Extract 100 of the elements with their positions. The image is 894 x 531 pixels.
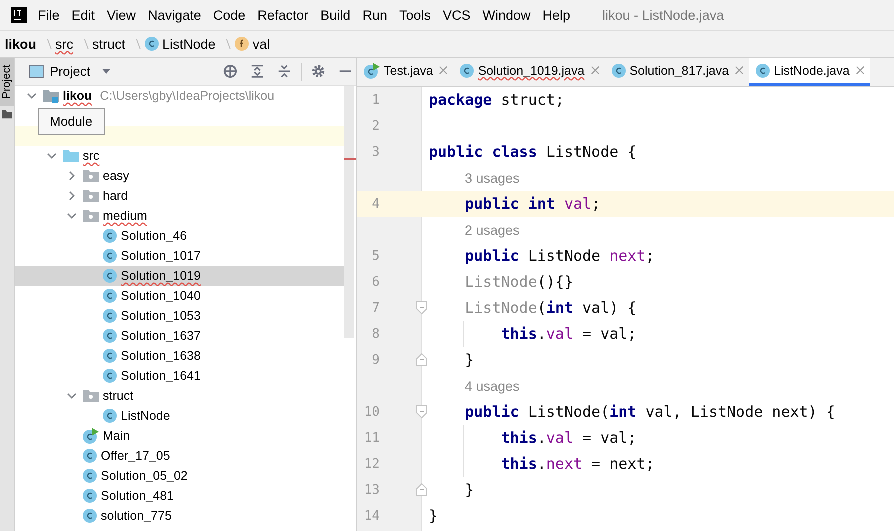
project-tool-button[interactable]: Project (0, 58, 14, 106)
tab-label: Solution_1019.java (478, 64, 585, 78)
tree-row[interactable]: Solution_1637 (15, 326, 344, 346)
tree-item-label: hard (103, 189, 128, 203)
tree-row[interactable]: Main (15, 426, 344, 446)
line-number: 9 (371, 352, 380, 368)
tab-label: Test.java (384, 64, 434, 78)
line-number: 8 (371, 326, 380, 342)
runnable-class-icon (364, 62, 380, 78)
breadcrumb-item[interactable]: struct (92, 36, 126, 52)
usages-hint[interactable]: 2 usages (465, 222, 520, 238)
window-icon (29, 65, 44, 78)
dropdown-caret-icon[interactable] (102, 69, 112, 74)
project-path: C:\Users\gby\IdeaProjects\likou (100, 89, 275, 103)
tree-item-label: Solution_1637 (121, 329, 201, 343)
code-line: ListNode(int val) { (464, 299, 637, 317)
line-number: 1 (371, 92, 380, 108)
tree-row[interactable]: Solution_1641 (15, 366, 344, 386)
tree-item-label: likou (63, 89, 92, 103)
usages-hint[interactable]: 4 usages (465, 378, 520, 394)
menu-item[interactable]: Navigate (148, 8, 202, 22)
tree-row[interactable]: hard (15, 186, 344, 206)
fold-end-icon[interactable] (416, 353, 428, 367)
menu-item[interactable]: View (107, 8, 136, 22)
tree-row[interactable]: Solution_46 (15, 226, 344, 246)
module-folder-icon (43, 89, 59, 103)
close-icon[interactable] (439, 66, 448, 75)
tree-item-label: Solution_1638 (121, 349, 201, 363)
menu-item[interactable]: Refactor (258, 8, 309, 22)
tree-row[interactable]: Solution_481 (15, 486, 344, 506)
class-icon (103, 349, 117, 363)
collapse-all-icon[interactable] (277, 64, 292, 79)
menu-item[interactable]: Code (213, 8, 246, 22)
tree-row[interactable]: easy (15, 166, 344, 186)
menu-item[interactable]: Tools (399, 8, 431, 22)
tree-item-label: Solution_1040 (121, 289, 201, 303)
tree-row[interactable]: struct (15, 386, 344, 406)
editor-tab[interactable]: Test.java (357, 58, 454, 86)
tree-item-label: Solution_1019 (121, 269, 201, 283)
code-line: } (429, 507, 438, 525)
editor-tab[interactable]: ListNode.java (749, 58, 870, 86)
close-icon[interactable] (590, 66, 600, 75)
menu-item[interactable]: Window (482, 8, 531, 22)
tree-row[interactable]: medium (15, 206, 344, 226)
fold-start-icon[interactable] (416, 405, 428, 419)
tree-row[interactable]: Solution_1019 (15, 266, 344, 286)
tree-item-label: Solution_1641 (121, 369, 201, 383)
tree-item-label: Offer_17_05 (101, 449, 170, 463)
menu-item[interactable]: File (38, 8, 60, 22)
close-icon[interactable] (856, 66, 865, 75)
tree-row[interactable]: Solution_1040 (15, 286, 344, 306)
tree-row[interactable]: src (15, 146, 344, 166)
code-line: } (464, 351, 474, 369)
usages-hint[interactable]: 3 usages (465, 170, 520, 186)
tree-row[interactable]: Solution_1017 (15, 246, 344, 266)
breadcrumb-item[interactable]: val (252, 36, 270, 52)
app-logo-icon (11, 7, 27, 23)
scrollbar-thumb[interactable] (344, 86, 354, 338)
class-icon (460, 64, 474, 78)
line-number: 12 (363, 456, 380, 472)
menu-item[interactable]: Run (362, 8, 388, 22)
class-icon (103, 309, 117, 323)
locate-icon[interactable] (223, 64, 238, 79)
folder-icon (2, 110, 12, 119)
tree-row[interactable]: Solution_05_02 (15, 466, 344, 486)
close-icon[interactable] (735, 66, 744, 75)
breadcrumb-item[interactable]: likou (5, 36, 37, 52)
menu-item[interactable]: Help (542, 8, 571, 22)
menu-item[interactable]: Build (320, 8, 351, 22)
breadcrumb-item[interactable]: ListNode (162, 36, 216, 52)
code-line: this.val = val; (500, 325, 637, 343)
expand-all-icon[interactable] (250, 64, 265, 79)
line-number: 2 (371, 118, 380, 134)
package-icon (83, 389, 99, 403)
tree-item-label: Solution_46 (121, 229, 188, 243)
menu-item[interactable]: Edit (72, 8, 96, 22)
tree-row[interactable]: Solution_1053 (15, 306, 344, 326)
code-line: this.next = next; (500, 455, 655, 473)
runnable-class-icon (83, 428, 99, 444)
line-number: 11 (363, 430, 380, 446)
tree-row[interactable]: ListNode (15, 406, 344, 426)
editor-tab[interactable]: Solution_817.java (604, 58, 750, 86)
tree-item-label: ListNode (121, 409, 170, 423)
code-line: public ListNode next; (464, 247, 655, 265)
class-icon (83, 469, 97, 483)
settings-icon[interactable] (311, 64, 326, 79)
line-number: 14 (363, 508, 380, 524)
tree-item-label: medium (103, 209, 148, 223)
tab-label: ListNode.java (774, 64, 850, 78)
fold-end-icon[interactable] (416, 483, 428, 497)
editor-tab[interactable]: Solution_1019.java (453, 58, 605, 86)
fold-start-icon[interactable] (416, 301, 428, 315)
tree-row[interactable]: Solution_1638 (15, 346, 344, 366)
class-icon (83, 509, 97, 523)
tree-row[interactable]: Offer_17_05 (15, 446, 344, 466)
code-line: this.val = val; (500, 429, 637, 447)
tree-row[interactable]: likou C:\Users\gby\IdeaProjects\likou (15, 86, 344, 106)
tree-row[interactable]: solution_775 (15, 506, 344, 526)
menu-item[interactable]: VCS (442, 8, 471, 22)
breadcrumb-item[interactable]: src (56, 36, 74, 52)
